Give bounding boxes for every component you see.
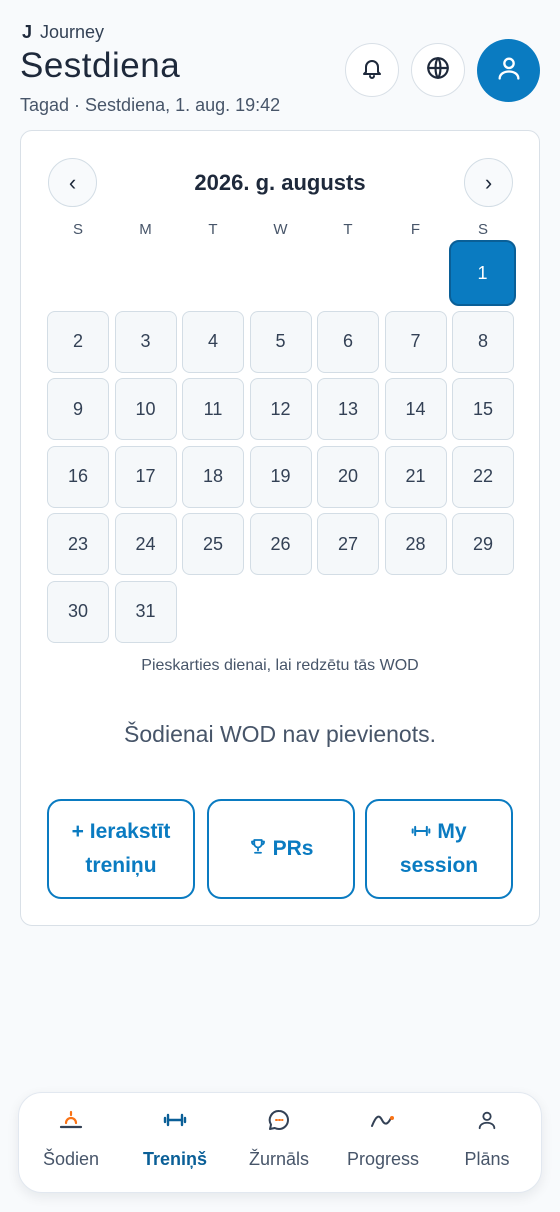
calendar-day[interactable]: 31 [114, 580, 177, 643]
app-brand: J Journey [22, 22, 104, 43]
trophy-icon [249, 832, 267, 866]
prs-button[interactable]: PRs [207, 799, 355, 899]
my-session-button[interactable]: My session [365, 799, 513, 899]
nav-item-sodien[interactable]: Šodien [19, 1093, 123, 1193]
calendar-day[interactable]: 11 [182, 378, 244, 440]
weekday-label: S [72, 221, 83, 238]
nav-item-zurnals[interactable]: Žurnāls [227, 1093, 331, 1193]
calendar-day-selected[interactable]: 1 [449, 240, 516, 306]
dumbbell-icon [163, 1107, 187, 1133]
chat-bubble-icon [267, 1107, 291, 1133]
trend-line-icon [370, 1107, 396, 1133]
calendar-day[interactable]: 3 [114, 310, 177, 373]
user-icon [476, 1107, 498, 1133]
log-workout-label-line1: + Ierakstīt [71, 820, 171, 843]
current-datetime: Tagad · Sestdiena, 1. aug. 19:42 [20, 95, 281, 115]
calendar-day[interactable]: 6 [317, 310, 379, 373]
calendar-day[interactable]: 8 [452, 310, 514, 373]
calendar-day[interactable]: 23 [47, 513, 109, 575]
calendar-day[interactable]: 26 [249, 513, 312, 575]
profile-button[interactable] [477, 39, 540, 102]
calendar-days: 1 2 3 4 5 6 7 8 9 10 11 12 13 14 15 16 17 18 19 20 21 22 23 24 2… [47, 240, 517, 645]
chevron-right-icon: › [484, 169, 493, 195]
calendar-day[interactable]: 17 [114, 445, 177, 508]
calendar-day[interactable]: 14 [384, 378, 447, 440]
next-month-button[interactable]: › [464, 158, 513, 207]
nav-item-plans[interactable]: Plāns [435, 1093, 539, 1193]
calendar-day[interactable]: 9 [47, 378, 109, 440]
calendar-day[interactable]: 29 [452, 513, 514, 575]
weekday-label: W [273, 221, 288, 238]
nav-label: Plāns [464, 1149, 510, 1169]
month-title: 2026. g. augusts [194, 170, 366, 195]
log-workout-label-line2: treniņu [85, 854, 157, 877]
nav-label: Šodien [42, 1149, 100, 1169]
my-session-label-line2: session [399, 854, 479, 878]
nav-item-trenins[interactable]: Treniņš [123, 1093, 227, 1193]
prs-label: PRs [272, 837, 314, 860]
my-session-label-line1: My [437, 819, 467, 843]
page-title: Sestdiena [20, 46, 181, 85]
calendar-day[interactable]: 30 [47, 580, 109, 643]
bell-icon [360, 56, 384, 85]
weekday-label: S [477, 221, 488, 238]
weekday-header: S M T W T F S [47, 221, 514, 241]
calendar-day[interactable]: 16 [47, 445, 109, 508]
user-icon [495, 54, 523, 87]
calendar-day[interactable]: 5 [249, 310, 312, 373]
weekday-label: F [410, 221, 421, 238]
calendar-day[interactable]: 2 [47, 310, 109, 373]
calendar-day[interactable]: 7 [384, 310, 447, 373]
calendar-card: ‹ 2026. g. augusts › S M T W T F S 12345… [20, 130, 540, 926]
calendar-day[interactable]: 18 [182, 445, 244, 508]
calendar-day[interactable]: 4 [182, 310, 244, 373]
log-workout-button[interactable]: + Ierakstīt treniņu [47, 799, 195, 899]
app-name: Journey [40, 22, 105, 42]
calendar-day[interactable]: 15 [452, 378, 514, 440]
calendar-hint: Pieskarties dienai, lai redzētu tās WOD [141, 657, 419, 674]
weekday-label: M [139, 221, 152, 238]
empty-wod-message: Šodienai WOD nav pievienots. [124, 721, 436, 747]
calendar-day[interactable]: 20 [317, 445, 379, 508]
globe-icon [425, 55, 451, 86]
nav-label: Žurnāls [248, 1149, 310, 1169]
dumbbell-icon [411, 815, 431, 849]
app-logo: J [22, 22, 33, 42]
weekday-label: T [208, 221, 218, 238]
nav-item-progress[interactable]: Progress [331, 1093, 435, 1193]
weekday-label: T [343, 221, 353, 238]
calendar-day[interactable]: 19 [249, 445, 312, 508]
calendar-day[interactable]: 13 [317, 378, 379, 440]
calendar-day[interactable]: 25 [182, 513, 244, 575]
calendar-day[interactable]: 22 [452, 445, 514, 508]
calendar-day[interactable]: 10 [114, 378, 177, 440]
calendar-day[interactable]: 28 [384, 513, 447, 575]
calendar-day[interactable]: 24 [114, 513, 177, 575]
calendar-day[interactable]: 27 [317, 513, 379, 575]
nav-label: Progress [346, 1149, 420, 1169]
calendar-day[interactable]: 21 [384, 445, 447, 508]
bottom-navigation: Šodien Treniņš Žurnāls Progress Plāns [18, 1092, 542, 1193]
language-button[interactable] [411, 43, 465, 97]
nav-label: Treniņš [142, 1149, 208, 1169]
notifications-button[interactable] [345, 43, 399, 97]
sunrise-icon [58, 1107, 84, 1133]
calendar-day[interactable]: 12 [249, 378, 312, 440]
